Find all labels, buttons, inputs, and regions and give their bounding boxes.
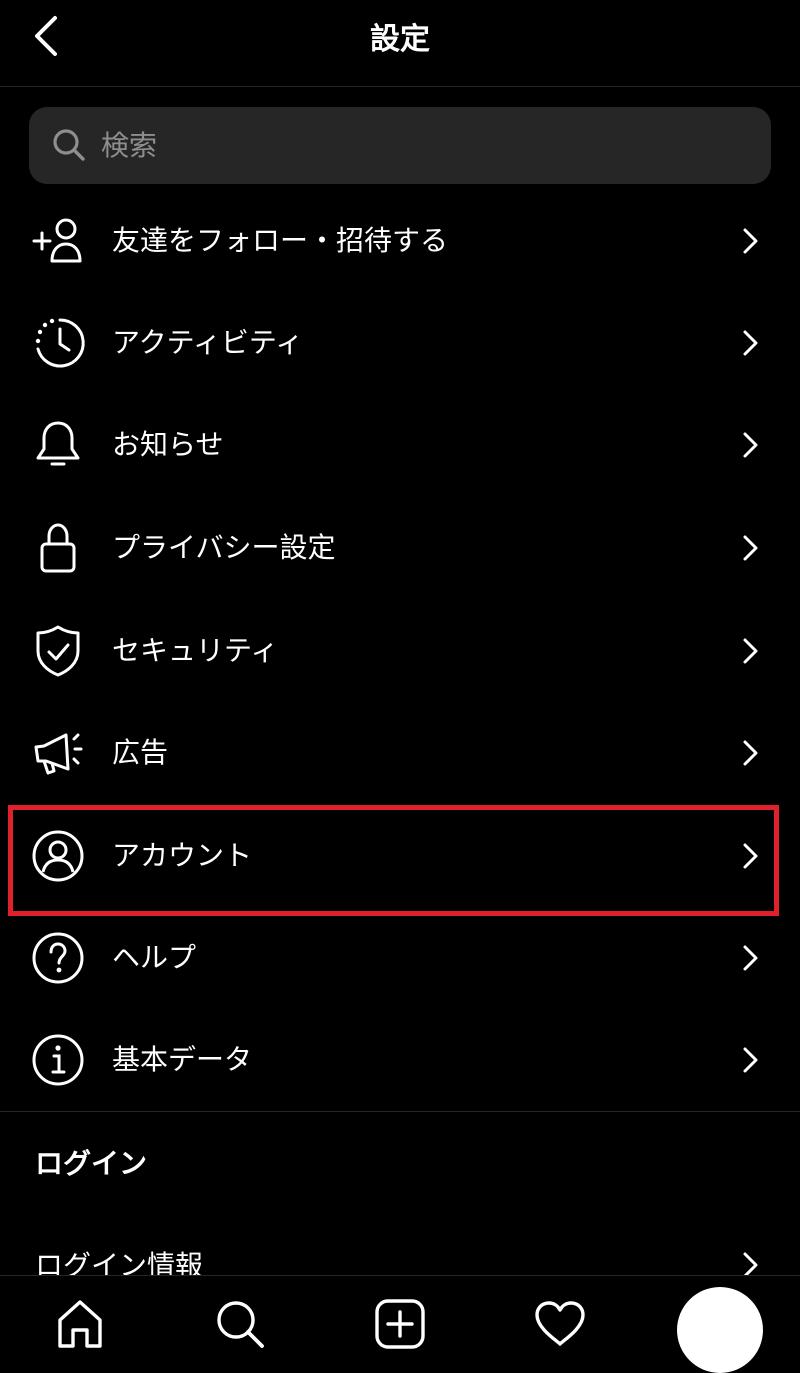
add-square-icon — [375, 1299, 425, 1349]
menu-item-label: 基本データ — [112, 1043, 253, 1076]
chevron-right-icon — [743, 740, 758, 766]
help-circle-icon — [32, 932, 84, 984]
menu-item-label: セキュリティ — [112, 634, 279, 667]
lock-icon — [40, 523, 76, 573]
tab-home[interactable] — [50, 1294, 110, 1354]
chevron-right-icon — [743, 1047, 758, 1073]
header-bar: 設定 — [0, 0, 800, 87]
menu-item-privacy[interactable]: プライバシー設定 — [0, 497, 800, 599]
chevron-right-icon — [743, 638, 758, 664]
search-bar[interactable] — [29, 107, 771, 184]
account-highlight-box — [8, 805, 779, 916]
chevron-right-icon — [743, 945, 758, 971]
menu-item-security[interactable]: セキュリティ — [0, 600, 800, 702]
bottom-tab-bar — [0, 1275, 800, 1373]
avatar[interactable] — [677, 1287, 763, 1373]
menu-item-label: 広告 — [112, 736, 169, 769]
menu-item-help[interactable]: ヘルプ — [0, 907, 800, 1009]
chevron-right-icon — [743, 432, 758, 458]
home-icon — [58, 1300, 102, 1348]
section-divider — [0, 1111, 800, 1112]
search-input[interactable] — [101, 107, 751, 184]
menu-item-follow-invite[interactable]: 友達をフォロー・招待する — [0, 190, 800, 292]
menu-item-about[interactable]: 基本データ — [0, 1009, 800, 1111]
menu-item-label: お知らせ — [112, 428, 224, 461]
add-person-icon — [32, 218, 82, 263]
page-title: 設定 — [370, 22, 430, 57]
menu-item-activity[interactable]: アクティビティ — [0, 292, 800, 394]
menu-item-label: プライバシー設定 — [112, 531, 336, 564]
shield-check-icon — [36, 625, 80, 677]
bell-icon — [36, 421, 80, 466]
search-icon — [217, 1301, 264, 1348]
heart-icon — [535, 1301, 585, 1346]
menu-item-notifications[interactable]: お知らせ — [0, 394, 800, 496]
chevron-right-icon — [743, 330, 758, 356]
tab-search[interactable] — [210, 1294, 270, 1354]
megaphone-icon — [34, 733, 83, 775]
tab-activity[interactable] — [530, 1294, 590, 1354]
tab-new-post[interactable] — [370, 1294, 430, 1354]
info-circle-icon — [32, 1034, 84, 1086]
activity-clock-icon — [35, 318, 85, 368]
chevron-right-icon — [743, 535, 758, 561]
search-icon — [53, 129, 85, 161]
menu-item-label: 友達をフォロー・招待する — [112, 224, 449, 257]
menu-item-ads[interactable]: 広告 — [0, 702, 800, 804]
menu-item-label: ヘルプ — [112, 941, 197, 974]
login-section-title: ログイン — [35, 1147, 148, 1180]
chevron-right-icon — [743, 228, 758, 254]
menu-item-label: アクティビティ — [112, 326, 304, 359]
